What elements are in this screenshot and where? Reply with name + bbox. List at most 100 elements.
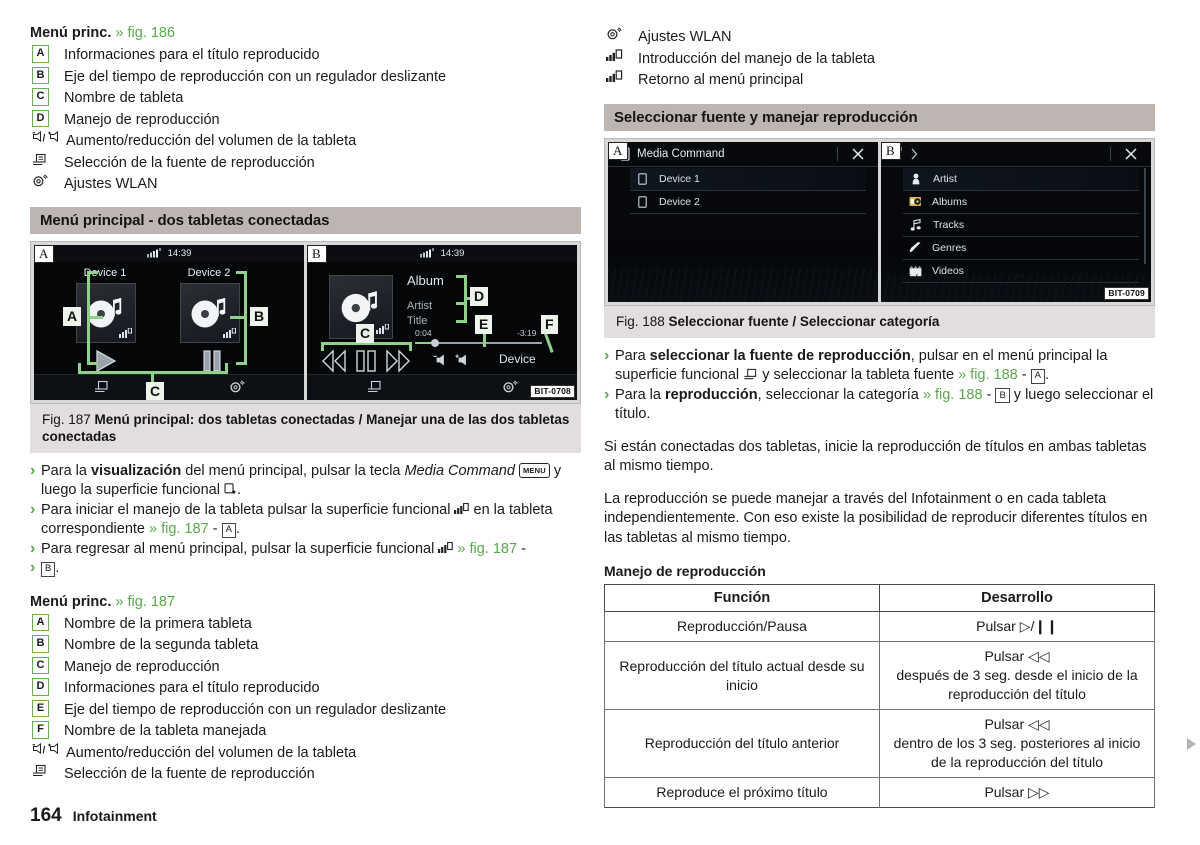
fig187-b-device-name: Device [499, 351, 536, 366]
fig187-a-bottom-bar [34, 373, 304, 400]
list-item[interactable]: Artist [903, 167, 1139, 191]
fig-187-reference[interactable]: » fig. 187 [149, 521, 209, 537]
section-header-select-source: Seleccionar fuente y manejar reproducció… [604, 103, 1155, 131]
list-item[interactable]: Genres [903, 237, 1139, 260]
play-icon[interactable] [93, 349, 119, 373]
fig188-bit-code: BIT-0709 [1104, 286, 1149, 300]
volume-icons[interactable] [433, 353, 479, 367]
table-row: Reproducción del título anterior Pulsar … [604, 709, 1155, 778]
ref-key-a: A [1030, 368, 1045, 384]
bullet-item: Para seleccionar la fuente de reproducci… [604, 346, 1155, 386]
marker-e: E [475, 314, 493, 334]
fig-188-reference[interactable]: » fig. 188 [958, 367, 1018, 383]
legend-item: C Nombre de tableta [30, 88, 581, 110]
fig187-a-device1-tile[interactable] [76, 282, 136, 343]
legend-item: Selección de la fuente de reproducción [30, 153, 581, 175]
table-header-row: Función Desarrollo [604, 584, 1155, 612]
volume-down-up-icon: / [30, 742, 64, 756]
right-column: Ajustes WLAN Introducción del manejo de … [604, 24, 1155, 808]
page-footer: 164 Infotainment [30, 805, 157, 827]
bracket-d-mid [456, 301, 467, 305]
page-number: 164 [30, 805, 62, 826]
fig187-a-device2-tile[interactable] [180, 282, 240, 343]
cd-note-icon [87, 297, 122, 327]
fig187-b-source-button[interactable] [307, 380, 442, 394]
table-row: Reproducción del título actual desde su … [604, 641, 1155, 710]
bracket-d-bottom [456, 319, 467, 323]
legend-text: Aumento/reducción del volumen de la tabl… [66, 133, 357, 149]
legend-text: Selección de la fuente de reproducción [64, 766, 315, 782]
list-item-label: Albums [932, 195, 968, 208]
transport-controls[interactable] [321, 348, 425, 373]
bullets-187: Para la visualización del menú principal… [30, 461, 581, 579]
pause-icon[interactable] [201, 349, 223, 372]
list-item[interactable]: Albums [903, 191, 1139, 214]
legend-item: F Nombre de la tableta manejada [30, 721, 581, 743]
fig-186-reference[interactable]: » fig. 186 [115, 25, 175, 41]
chevron-right-icon [911, 148, 918, 159]
figure-188-caption: Fig. 188 Seleccionar fuente / Selecciona… [604, 305, 1155, 338]
bullet1-part-a: Para [615, 347, 650, 364]
key-box-c: C [32, 656, 49, 674]
bracket-c-left [78, 362, 81, 374]
fig187-a-corner-letter: A [34, 244, 55, 263]
fig188-b-scrollbar[interactable] [1144, 167, 1146, 264]
fig187-b-artist: Artist [407, 299, 433, 312]
legend-text: Nombre de tableta [64, 90, 184, 106]
albums-icon [909, 197, 921, 206]
legend-text: Manejo de reproducción [64, 111, 220, 128]
legend-item: B Eje del tiempo de reproducción con un … [30, 66, 581, 89]
bracket-a-bottom [87, 361, 98, 365]
legend-key: E [30, 699, 62, 717]
legend-text: Nombre de la segunda tableta [64, 637, 259, 653]
legend-list-187: A Nombre de la primera tableta B Nombre … [30, 613, 581, 786]
fig187-b-time-remaining: -3:19 [517, 327, 537, 338]
fig188-b-corner-letter: B [881, 141, 901, 160]
fig188-a-title: Media Command [637, 147, 725, 160]
subheading-playback-control: Manejo de reproducción [604, 563, 766, 579]
wlan-settings-glyph [33, 174, 48, 187]
key-box-f: F [32, 721, 49, 739]
legend-item: Retorno al menú principal [604, 70, 1155, 92]
fig187-b-progress-thumb[interactable] [431, 338, 439, 347]
figure-187-caption: Fig. 187 Menú principal: dos tabletas co… [30, 403, 581, 453]
list-item[interactable]: Device 2 [630, 191, 866, 214]
fig187-a-statusbar: 14:39 [34, 244, 304, 262]
marker-f: F [541, 314, 558, 334]
close-icon[interactable] [1123, 146, 1139, 162]
bracket-d-top [456, 274, 467, 278]
close-icon[interactable] [850, 146, 866, 162]
fig-188-reference[interactable]: » fig. 188 [923, 387, 983, 403]
wlan-settings-glyph [607, 27, 622, 40]
fig187-bit-code: BIT-0708 [530, 384, 575, 398]
list-item[interactable]: Device 1 [630, 167, 866, 191]
bullet-continuation: B. [30, 558, 581, 579]
fig187-screen-b: 14:39 Album Artist Title 0:04 -3:19 Devi… [307, 244, 577, 400]
legend-list-right-top: Ajustes WLAN Introducción del manejo de … [604, 27, 1155, 92]
ref-key-a: A [221, 522, 236, 538]
cd-note-icon [191, 297, 226, 327]
artist-icon [912, 173, 920, 184]
bracket-c-right [225, 362, 228, 374]
fig187-b-statusbar: 14:39 [307, 244, 577, 262]
fig187-b-title: Title [407, 314, 428, 327]
tablet-control-return-icon [438, 541, 454, 553]
list-item-label: Tracks [933, 218, 965, 231]
legend-item: C Manejo de reproducción [30, 656, 581, 679]
fig188-b-list: Artist Albums Tracks Genres Videos [903, 167, 1139, 283]
legend-item: Ajustes WLAN [30, 174, 581, 196]
legend-186-lead-text: Menú princ. [30, 25, 112, 41]
tablet-control-return-icon [604, 70, 636, 83]
marker-a: A [63, 306, 82, 326]
table-cell-function: Reproducción del título anterior [604, 709, 880, 778]
list-item[interactable]: Tracks [903, 214, 1139, 237]
volume-down-up-glyph: / [32, 131, 58, 144]
fig187-a-settings-button[interactable] [169, 380, 304, 394]
fig-187-reference[interactable]: » fig. 187 [457, 541, 517, 557]
media-command-icon [224, 483, 236, 494]
tablet-signal-icon [376, 323, 389, 334]
fig-187-reference[interactable]: » fig. 187 [115, 594, 175, 610]
footer-section-name: Infotainment [72, 808, 157, 824]
legend-key: F [30, 721, 62, 739]
fig188-screen-b: Artist Albums Tracks Genres Videos B BIT… [881, 141, 1151, 302]
